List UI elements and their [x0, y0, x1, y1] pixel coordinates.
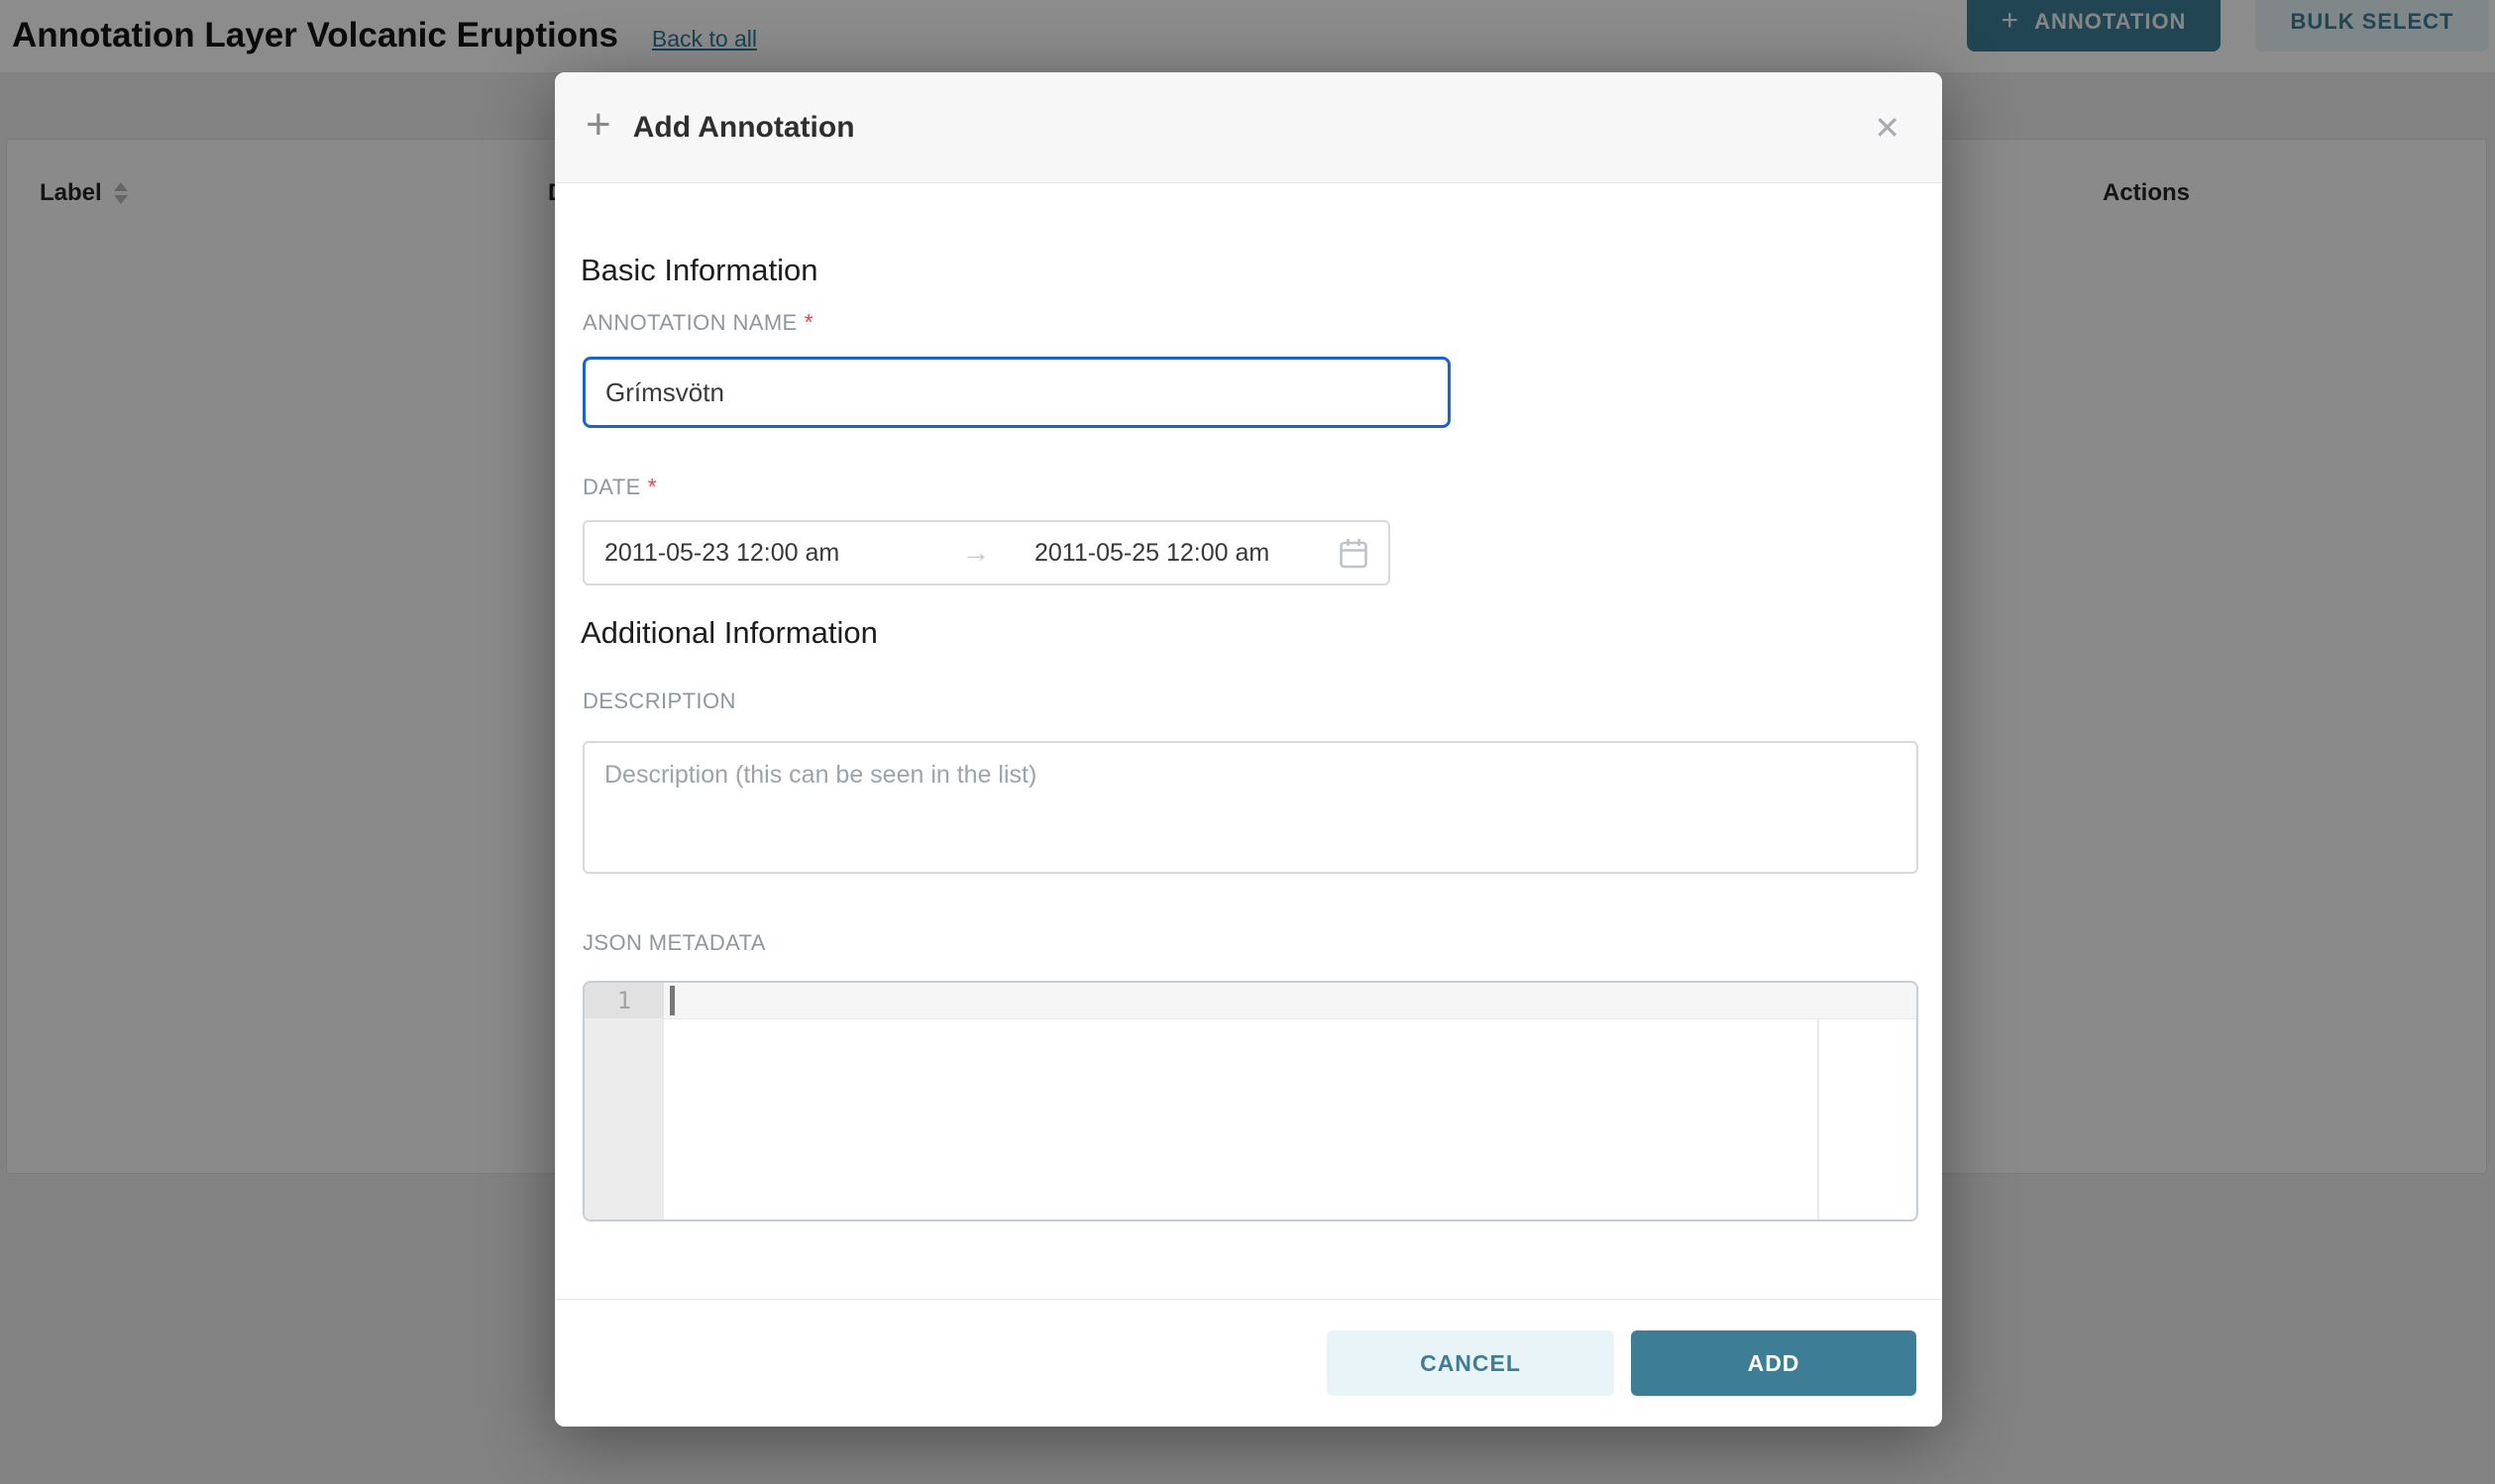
editor-line-number: 1 — [585, 983, 664, 1018]
add-button-label: ADD — [1748, 1350, 1800, 1377]
description-label-text: DESCRIPTION — [583, 689, 736, 714]
arrow-right-icon: → — [931, 537, 1021, 569]
add-button[interactable]: ADD — [1631, 1330, 1916, 1396]
editor-cursor — [670, 986, 675, 1015]
editor-active-line — [664, 983, 1916, 1019]
close-icon[interactable]: ✕ — [1874, 112, 1900, 144]
required-asterisk: * — [805, 310, 814, 335]
annotation-name-label-text: ANNOTATION NAME — [583, 310, 798, 336]
plus-icon: + — [586, 103, 611, 147]
modal-header: + Add Annotation ✕ — [555, 72, 1942, 183]
annotation-name-label: ANNOTATION NAME * — [583, 310, 814, 336]
date-start-value[interactable]: 2011-05-23 12:00 am — [604, 539, 931, 568]
modal-title: Add Annotation — [633, 111, 855, 145]
additional-information-heading: Additional Information — [581, 615, 878, 651]
date-end-value[interactable]: 2011-05-25 12:00 am — [1021, 539, 1339, 568]
description-label: DESCRIPTION — [583, 689, 736, 714]
description-textarea[interactable] — [583, 741, 1918, 874]
cancel-button-label: CANCEL — [1420, 1350, 1521, 1377]
required-asterisk: * — [648, 475, 657, 499]
calendar-icon — [1339, 537, 1368, 570]
date-label-text: DATE — [583, 475, 641, 500]
annotation-layer-screen: Annotation Layer Volcanic Eruptions Back… — [0, 0, 2495, 1484]
date-label: DATE * — [583, 475, 657, 500]
cancel-button[interactable]: CANCEL — [1327, 1330, 1614, 1396]
add-annotation-modal: + Add Annotation ✕ Basic Information ANN… — [555, 72, 1942, 1427]
json-metadata-label: JSON METADATA — [583, 930, 766, 956]
modal-footer: CANCEL ADD — [555, 1299, 1942, 1427]
json-metadata-label-text: JSON METADATA — [583, 930, 766, 956]
date-range-picker[interactable]: 2011-05-23 12:00 am → 2011-05-25 12:00 a… — [583, 520, 1390, 585]
json-metadata-editor[interactable]: 1 — [583, 981, 1918, 1221]
annotation-name-input[interactable] — [583, 357, 1451, 428]
basic-information-heading: Basic Information — [581, 253, 818, 288]
